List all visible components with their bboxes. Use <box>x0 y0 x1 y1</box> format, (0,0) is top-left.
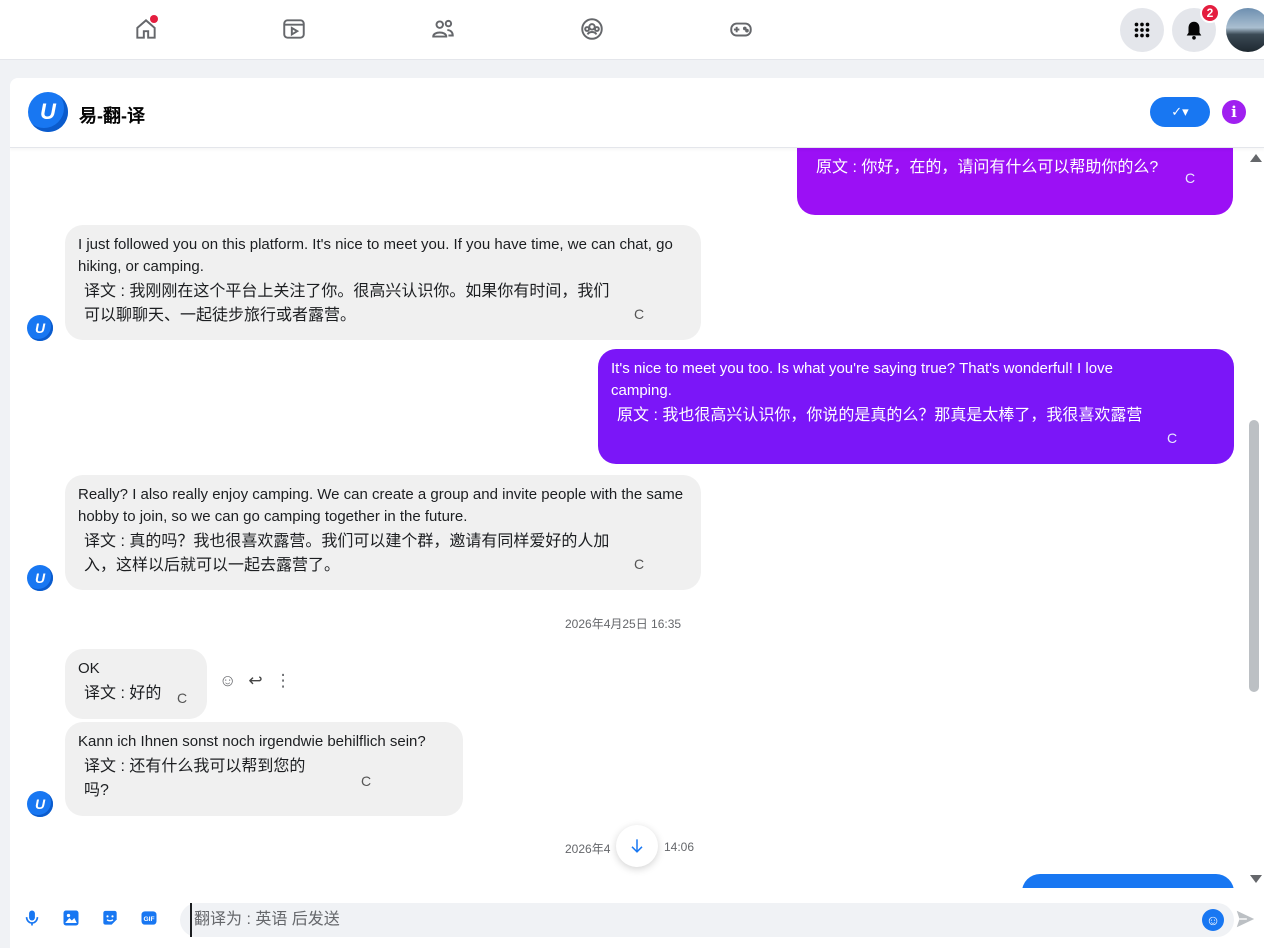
chat-panel: U 易-翻-译 ✓▾ i 原文 : 你好，在的，请问有什么可以帮助你的么? C … <box>10 78 1264 948</box>
react-emoji-icon[interactable]: ☺ <box>219 671 236 691</box>
message-translation: 原文 : 我也很高兴认识你，你说的是真的么？那真是太棒了，我很喜欢露营 <box>617 407 1143 424</box>
arrow-down-icon <box>631 839 643 853</box>
image-icon[interactable] <box>59 906 83 930</box>
gif-icon[interactable]: GIF <box>137 906 161 930</box>
groups-icon[interactable] <box>577 14 607 44</box>
notification-count-badge: 2 <box>1200 3 1220 23</box>
message-bubble-outgoing[interactable]: It's nice to meet you too. Is what you'r… <box>598 349 1234 464</box>
message-input-box: ☺ <box>180 903 1234 937</box>
message-translation: 译文 : 我刚刚在这个平台上关注了你。很高兴认识你。如果你有时间，我们可以聊聊天… <box>84 283 610 324</box>
more-options-icon[interactable]: ⋮ <box>275 671 292 691</box>
profile-avatar[interactable] <box>1226 8 1264 52</box>
bell-icon <box>1186 21 1202 40</box>
scroll-up-arrow-icon[interactable] <box>1250 154 1262 162</box>
refresh-translation-icon[interactable]: C <box>634 303 644 325</box>
message-bubble-incoming[interactable]: I just followed you on this platform. It… <box>65 225 701 340</box>
message-timestamp-time: 14:06 <box>664 840 695 854</box>
message-original-text: OK <box>78 660 100 677</box>
message-bubble-incoming[interactable]: Kann ich Ihnen sonst noch irgendwie behi… <box>65 722 463 816</box>
info-icon[interactable]: i <box>1222 100 1246 124</box>
message-timestamp: 2026年4 <box>565 842 611 856</box>
message-original-text: Really? I also really enjoy camping. We … <box>78 486 684 525</box>
message-bubble-incoming[interactable]: OK 译文 : 好的 C <box>65 649 207 719</box>
message-input[interactable] <box>190 903 1170 937</box>
message-scrollbar[interactable] <box>1246 148 1264 888</box>
sender-avatar[interactable]: U <box>27 565 53 591</box>
sticker-icon[interactable] <box>98 906 122 930</box>
message-translation: 译文 : 还有什么我可以帮到您的吗? <box>84 758 306 799</box>
notifications-button[interactable]: 2 <box>1172 3 1220 52</box>
message-translation: 译文 : 真的吗？我也很喜欢露营。我们可以建个群，邀请有同样爱好的人加入，这样以… <box>84 533 610 574</box>
reply-icon[interactable]: ↩ <box>248 671 262 691</box>
friends-icon[interactable] <box>428 14 458 44</box>
message-bubble-incoming[interactable]: Really? I also really enjoy camping. We … <box>65 475 701 590</box>
chat-title[interactable]: 易-翻-译 <box>79 102 145 128</box>
refresh-translation-icon[interactable]: C <box>361 770 371 792</box>
message-composer: GIF ☺ <box>10 888 1264 948</box>
message-list[interactable]: 原文 : 你好，在的，请问有什么可以帮助你的么? C I just follow… <box>10 148 1264 888</box>
send-icon[interactable] <box>1234 908 1256 930</box>
message-original-text: Kann ich Ihnen sonst noch irgendwie behi… <box>78 733 426 750</box>
video-icon[interactable] <box>279 14 309 44</box>
sender-avatar[interactable]: U <box>27 791 53 817</box>
chat-avatar-logo[interactable]: U <box>28 92 68 132</box>
svg-text:GIF: GIF <box>143 916 154 923</box>
menu-grid-button[interactable] <box>1120 8 1164 52</box>
chat-header: U 易-翻-译 ✓▾ i <box>10 78 1264 148</box>
emoji-icon[interactable]: ☺ <box>1202 909 1224 931</box>
refresh-translation-icon[interactable]: C <box>1167 427 1177 449</box>
message-bubble-outgoing[interactable] <box>1022 874 1234 888</box>
message-timestamp: 2026年4月25日 16:35 <box>565 617 682 631</box>
grid-icon <box>1134 22 1150 38</box>
gaming-icon[interactable] <box>726 14 756 44</box>
translate-toggle-button[interactable]: ✓▾ <box>1150 97 1210 127</box>
message-bubble-outgoing[interactable]: 原文 : 你好，在的，请问有什么可以帮助你的么? C <box>797 148 1233 215</box>
sender-avatar[interactable]: U <box>27 315 53 341</box>
home-notification-dot <box>150 15 158 23</box>
message-translation: 原文 : 你好，在的，请问有什么可以帮助你的么? <box>816 159 1159 176</box>
scroll-down-arrow-icon[interactable] <box>1250 875 1262 883</box>
refresh-translation-icon[interactable]: C <box>177 687 187 709</box>
scrollbar-thumb[interactable] <box>1249 420 1259 692</box>
message-original-text: It's nice to meet you too. Is what you'r… <box>611 360 1113 399</box>
refresh-translation-icon[interactable]: C <box>1185 167 1195 189</box>
top-navigation-bar: 2 <box>0 0 1264 60</box>
message-original-text: I just followed you on this platform. It… <box>78 236 673 275</box>
message-actions: ☺ ↩ ⋮ <box>219 671 292 691</box>
refresh-translation-icon[interactable]: C <box>634 553 644 575</box>
home-icon[interactable] <box>131 14 161 44</box>
scroll-to-bottom-button[interactable] <box>616 825 658 867</box>
microphone-icon[interactable] <box>20 906 44 930</box>
